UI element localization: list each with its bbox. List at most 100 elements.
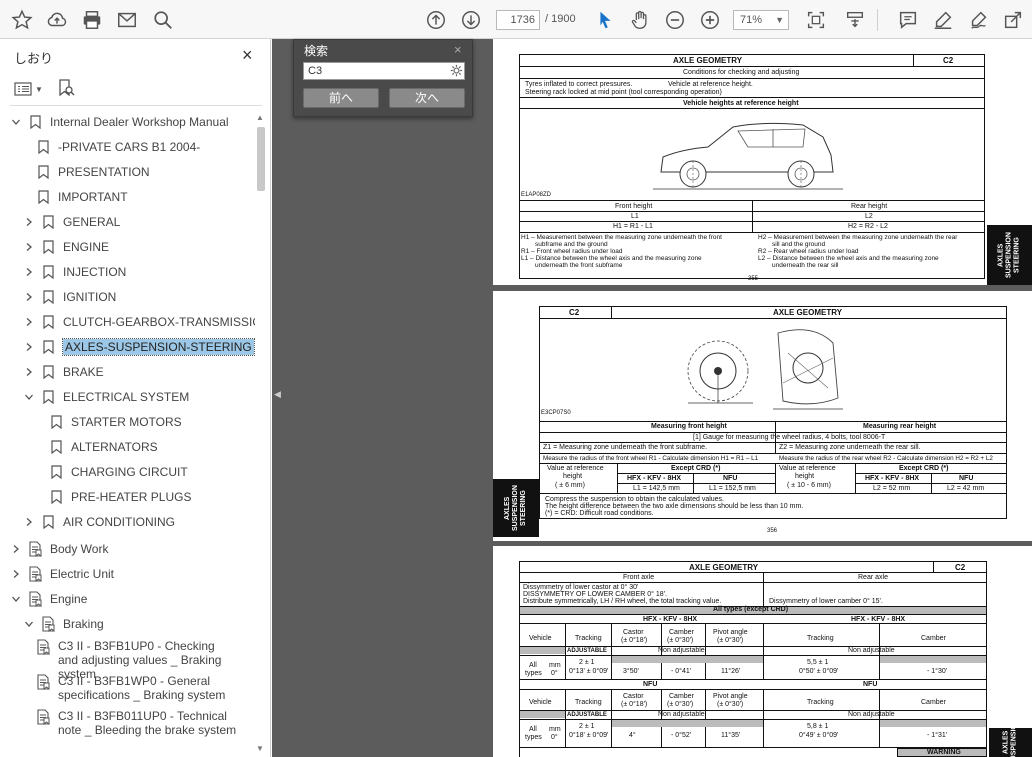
chevron-down-icon[interactable] <box>23 391 35 403</box>
bookmark-item[interactable]: ELECTRICAL SYSTEM <box>23 386 189 408</box>
doc-text: H2 = R2 - L2 <box>848 223 888 230</box>
doc-text: NFU <box>643 681 658 688</box>
find-previous-button[interactable]: 前へ <box>303 88 379 108</box>
bookmark-item[interactable]: Engine <box>10 588 87 610</box>
doc-text: ADJUSTABLE <box>567 648 607 654</box>
document-bookmark-icon <box>28 591 42 607</box>
bookmark-item[interactable]: -PRIVATE CARS B1 2004- <box>36 136 200 158</box>
hand-tool-icon[interactable] <box>627 7 653 33</box>
bookmark-item[interactable]: ENGINE <box>23 236 109 258</box>
shaded-cell <box>520 711 565 718</box>
bookmark-item[interactable]: ALTERNATORS <box>49 436 158 458</box>
zoom-out-icon[interactable] <box>662 7 688 33</box>
rule <box>705 623 706 679</box>
chevron-down-icon[interactable] <box>10 593 22 605</box>
bookmark-item[interactable]: Body Work <box>10 538 108 560</box>
highlight-pen-icon[interactable] <box>930 7 956 33</box>
bookmark-item[interactable]: CHARGING CIRCUIT <box>49 461 188 483</box>
bookmark-item[interactable]: STARTER MOTORS <box>49 411 182 433</box>
doc-text: Non adjustable <box>848 711 895 718</box>
bookmark-item[interactable]: IMPORTANT <box>36 186 128 208</box>
chevron-right-icon[interactable] <box>23 516 35 528</box>
zoom-level-select[interactable]: 71% ▼ <box>733 10 789 30</box>
bookmark-item[interactable]: C3 II - B3FB011UP0 - Technical note _ Bl… <box>36 709 238 741</box>
rule <box>539 432 1007 433</box>
doc-text: height <box>563 473 583 480</box>
bookmark-item[interactable]: AXLES-SUSPENSION-STEERING <box>23 336 255 358</box>
bookmark-label: Engine <box>50 592 88 606</box>
close-icon[interactable]: × <box>242 46 253 64</box>
next-page-icon[interactable] <box>458 7 484 33</box>
bookmark-item[interactable]: PRESENTATION <box>36 161 150 183</box>
zoom-level-value: 71% <box>740 14 763 26</box>
rule <box>763 689 764 747</box>
bookmark-item[interactable]: PRE-HEATER PLUGS <box>49 486 191 508</box>
doc-text: types <box>525 670 542 677</box>
search-icon[interactable] <box>150 7 176 33</box>
chevron-right-icon[interactable] <box>10 568 22 580</box>
bookmark-item[interactable]: Electric Unit <box>10 563 114 585</box>
find-input[interactable] <box>303 62 465 80</box>
sign-icon[interactable] <box>966 7 992 33</box>
bookmark-label: STARTER MOTORS <box>71 415 182 429</box>
scroll-up-arrow-icon[interactable]: ▲ <box>256 113 264 122</box>
find-next-button[interactable]: 次へ <box>389 88 465 108</box>
options-menu-button[interactable]: ▼ <box>14 80 44 98</box>
select-cursor-icon[interactable] <box>592 7 618 33</box>
print-icon[interactable] <box>79 7 105 33</box>
doc-text: All <box>529 662 537 669</box>
bookmark-label: IMPORTANT <box>58 190 128 204</box>
bookmark-item[interactable]: IGNITION <box>23 286 116 308</box>
zoom-in-icon[interactable] <box>697 7 723 33</box>
bookmark-item[interactable]: Braking <box>23 613 104 635</box>
upload-cloud-icon[interactable] <box>44 7 70 33</box>
bookmark-item[interactable]: GENERAL <box>23 211 120 233</box>
find-bookmark-button[interactable] <box>56 78 76 98</box>
bookmark-item[interactable]: Internal Dealer Workshop Manual <box>10 111 229 133</box>
scroll-down-arrow-icon[interactable]: ▼ <box>256 744 264 753</box>
chevron-right-icon[interactable] <box>23 291 35 303</box>
chevron-right-icon[interactable] <box>10 543 22 555</box>
document-bookmark-icon <box>36 709 50 725</box>
gear-icon[interactable] <box>450 64 463 77</box>
chevron-right-icon[interactable] <box>23 366 35 378</box>
chevron-right-icon[interactable] <box>23 241 35 253</box>
comment-icon[interactable] <box>895 7 921 33</box>
share-icon[interactable] <box>1000 7 1026 33</box>
chevron-right-icon[interactable] <box>23 316 35 328</box>
rule <box>611 623 612 679</box>
bookmark-item[interactable]: CLUTCH-GEARBOX-TRANSMISSION <box>23 311 255 333</box>
doc-text: Non adjustable <box>658 711 705 718</box>
chevron-right-icon[interactable] <box>23 216 35 228</box>
collapse-panel-arrow-icon[interactable]: ◀ <box>274 389 284 407</box>
fit-page-icon[interactable] <box>803 7 829 33</box>
rule <box>933 561 934 572</box>
shaded-cell <box>612 656 763 663</box>
bookmark-scrollbar[interactable] <box>255 111 267 757</box>
scrolling-mode-icon[interactable] <box>842 7 868 33</box>
bookmark-item[interactable]: C3 II - B3FB1WP0 - General specification… <box>36 674 238 706</box>
bookmark-label: C3 II - B3FB1WP0 - General specification… <box>58 674 226 702</box>
doc-text: Pivot angle <box>713 693 748 700</box>
bookmark-item[interactable]: AIR CONDITIONING <box>23 511 175 533</box>
close-icon[interactable]: × <box>454 42 462 57</box>
scrollbar-thumb[interactable] <box>257 127 265 191</box>
chevron-down-icon[interactable] <box>10 116 22 128</box>
rule <box>539 463 1007 464</box>
page-number-input[interactable]: 1736 <box>496 10 540 30</box>
document-view[interactable]: ◀ AXLE GEOMETRY C2 Conditions for checki… <box>272 39 1032 757</box>
previous-page-icon[interactable] <box>423 7 449 33</box>
doc-text: 0°13' ± 0°09' <box>569 668 609 675</box>
doc-text: All types (except CRD) <box>713 606 789 613</box>
bookmark-item[interactable]: INJECTION <box>23 261 126 283</box>
doc-text: Measuring front height <box>651 423 727 430</box>
rule <box>519 623 987 624</box>
chevron-down-icon[interactable] <box>23 618 35 630</box>
chevron-right-icon[interactable] <box>23 341 35 353</box>
bookmark-item[interactable]: BRAKE <box>23 361 104 383</box>
doc-text: NFU <box>863 681 878 688</box>
bookmark-star-icon[interactable] <box>9 7 35 33</box>
chevron-right-icon[interactable] <box>23 266 35 278</box>
bookmark-item[interactable]: C3 II - B3FB1UP0 - Checking and adjustin… <box>36 639 238 681</box>
email-icon[interactable] <box>114 7 140 33</box>
